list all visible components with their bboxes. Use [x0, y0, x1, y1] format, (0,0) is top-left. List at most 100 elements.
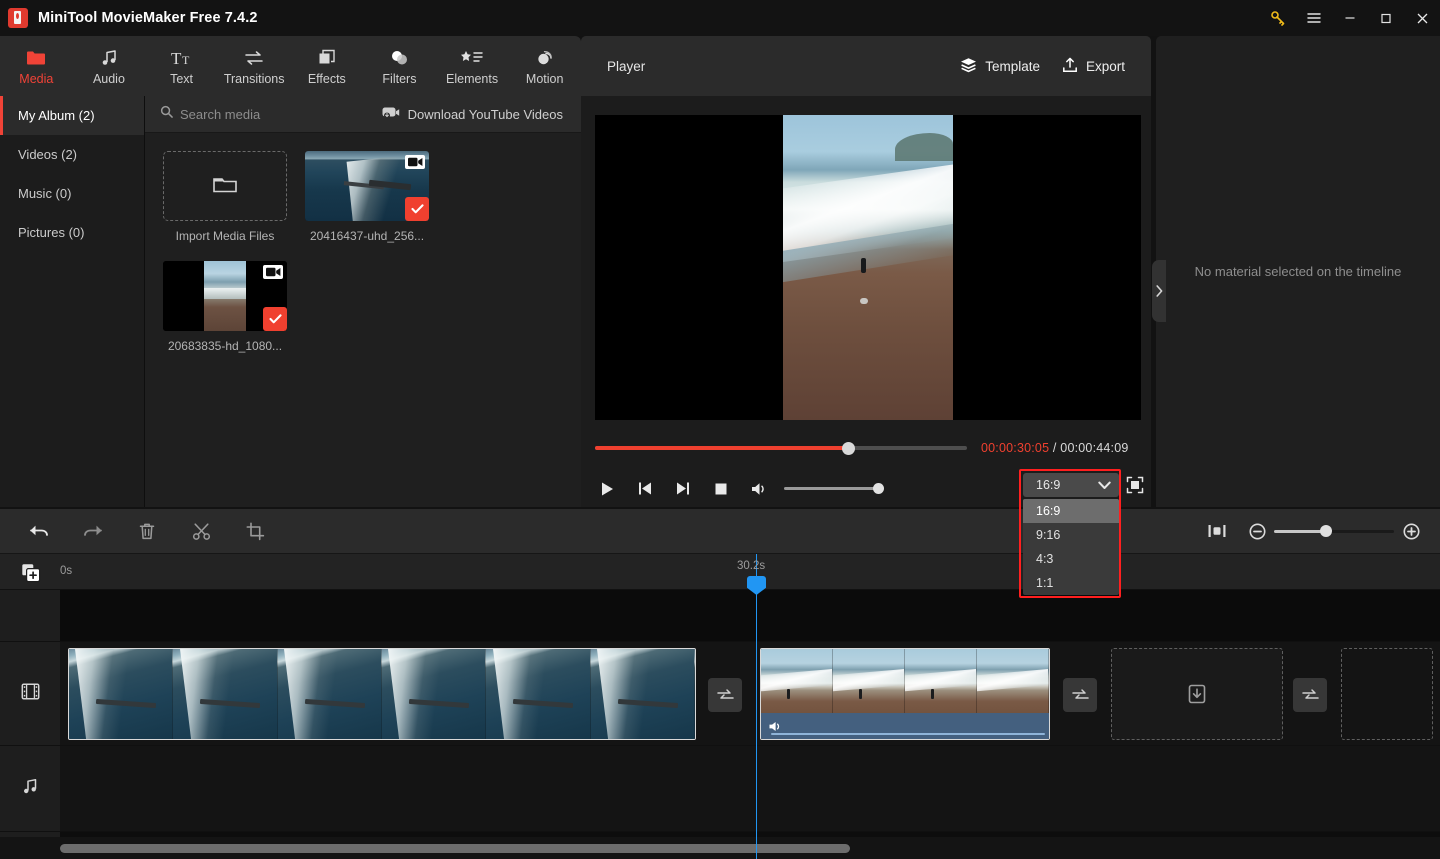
delete-button[interactable] — [120, 509, 174, 554]
add-track-icon[interactable] — [20, 562, 42, 584]
overlay-lane[interactable] — [60, 590, 1440, 642]
stop-button[interactable] — [702, 473, 740, 505]
track-header-audio[interactable] — [0, 746, 60, 832]
media-selected-checkbox[interactable] — [263, 307, 287, 331]
aspect-ratio-option-16-9[interactable]: 16:9 — [1023, 499, 1119, 523]
volume-icon[interactable] — [761, 720, 783, 733]
tab-transitions[interactable]: Transitions — [218, 36, 291, 96]
import-media-button[interactable] — [163, 151, 287, 221]
sidebar-item-pictures[interactable]: Pictures (0) — [0, 213, 144, 252]
video-type-icon — [405, 155, 425, 169]
total-time: 00:00:44:09 — [1060, 441, 1129, 455]
aspect-ratio-value: 16:9 — [1036, 478, 1061, 492]
hamburger-menu-icon[interactable] — [1296, 0, 1332, 36]
zoom-in-icon[interactable] — [1394, 509, 1428, 554]
motion-icon — [534, 47, 556, 69]
preview-stage[interactable] — [595, 115, 1141, 420]
import-media-cell[interactable]: Import Media Files — [163, 151, 287, 243]
minimize-icon[interactable] — [1332, 0, 1368, 36]
tab-transitions-label: Transitions — [223, 71, 285, 86]
download-youtube-button[interactable]: Download YouTube Videos — [382, 106, 581, 122]
media-item[interactable]: 20683835-hd_1080... — [163, 261, 287, 353]
zoom-slider-fill — [1274, 529, 1326, 533]
media-selected-checkbox[interactable] — [405, 197, 429, 221]
search-input[interactable] — [180, 106, 380, 122]
track-header-video[interactable] — [0, 642, 60, 746]
aspect-ratio-menu: 16:9 9:16 4:3 1:1 — [1023, 499, 1119, 595]
aspect-ratio-option-4-3[interactable]: 4:3 — [1023, 547, 1119, 571]
timeline-zoom-slider[interactable] — [1274, 525, 1394, 537]
player-title: Player — [607, 58, 646, 74]
redo-button[interactable] — [66, 509, 120, 554]
audio-waveform — [771, 733, 1045, 735]
timeline-clip-aerial[interactable] — [68, 648, 696, 740]
clip-audio-strip[interactable] — [761, 713, 1049, 739]
skip-next-icon[interactable] — [664, 473, 702, 505]
export-button[interactable]: Export — [1062, 57, 1125, 76]
tab-effects[interactable]: Effects — [291, 36, 364, 96]
video-lane[interactable] — [60, 642, 1440, 746]
layers-icon — [960, 57, 977, 76]
tab-elements[interactable]: Elements — [436, 36, 509, 96]
skip-previous-icon[interactable] — [626, 473, 664, 505]
crop-button[interactable] — [228, 509, 282, 554]
folder-icon — [26, 47, 46, 69]
close-icon[interactable] — [1404, 0, 1440, 36]
undo-button[interactable] — [12, 509, 66, 554]
tab-motion-label: Motion — [525, 71, 564, 86]
drop-zone-2[interactable] — [1341, 648, 1433, 740]
split-button[interactable] — [174, 509, 228, 554]
tab-effects-label: Effects — [307, 71, 346, 86]
tab-media[interactable]: Media — [0, 36, 73, 96]
app-logo-icon — [8, 8, 28, 28]
transition-slot-1[interactable] — [708, 678, 742, 712]
aspect-ratio-select[interactable]: 16:9 — [1023, 473, 1119, 497]
aspect-ratio-option-1-1[interactable]: 1:1 — [1023, 571, 1119, 595]
tab-audio[interactable]: Audio — [73, 36, 146, 96]
zoom-out-icon[interactable] — [1240, 509, 1274, 554]
tab-text[interactable]: TT Text — [145, 36, 218, 96]
tab-filters[interactable]: Filters — [363, 36, 436, 96]
drop-zone-1[interactable] — [1111, 648, 1283, 740]
text-icon: TT — [171, 47, 193, 69]
download-box-icon — [1186, 682, 1208, 706]
fit-timeline-icon[interactable] — [1194, 509, 1240, 554]
properties-empty-message: No material selected on the timeline — [1194, 264, 1402, 279]
properties-panel: No material selected on the timeline — [1152, 36, 1440, 507]
sidebar-item-music[interactable]: Music (0) — [0, 174, 144, 213]
search-media-field[interactable] — [145, 105, 382, 123]
media-item[interactable]: 20416437-uhd_256... — [305, 151, 429, 243]
play-button[interactable] — [588, 473, 626, 505]
track-header-overlay[interactable] — [0, 590, 60, 642]
zoom-slider-handle[interactable] — [1319, 525, 1332, 537]
media-item-caption: 20416437-uhd_256... — [309, 229, 425, 243]
maximize-icon[interactable] — [1368, 0, 1404, 36]
media-grid: Import Media Files 20416437-uhd_256... 2… — [145, 133, 565, 353]
key-icon[interactable] — [1260, 0, 1296, 36]
tab-motion[interactable]: Motion — [508, 36, 581, 96]
timeline-clip-beach[interactable] — [760, 648, 1050, 740]
template-button[interactable]: Template — [960, 57, 1040, 76]
tab-text-label: Text — [170, 71, 194, 86]
volume-slider[interactable] — [784, 483, 884, 494]
music-lane[interactable] — [60, 746, 1440, 832]
media-thumbnail[interactable] — [305, 151, 429, 221]
timeline-ruler[interactable]: 0s — [0, 554, 1440, 590]
timeline-toolbar — [0, 509, 1440, 554]
music-note-icon — [99, 47, 119, 69]
sidebar-item-my-album[interactable]: My Album (2) — [0, 96, 144, 135]
transition-slot-2[interactable] — [1063, 678, 1097, 712]
media-thumbnail[interactable] — [163, 261, 287, 331]
timeline-hscrollbar[interactable] — [60, 844, 850, 853]
transition-slot-3[interactable] — [1293, 678, 1327, 712]
sidebar-item-videos[interactable]: Videos (2) — [0, 135, 144, 174]
progress-handle[interactable] — [841, 441, 855, 455]
sidebar-item-label: Music (0) — [18, 186, 72, 201]
fullscreen-icon[interactable] — [1124, 474, 1146, 496]
volume-icon[interactable] — [740, 473, 778, 505]
playback-progress-bar[interactable] — [595, 441, 967, 455]
volume-handle[interactable] — [873, 483, 884, 494]
svg-text:T: T — [171, 49, 182, 68]
tab-filters-label: Filters — [382, 71, 417, 86]
aspect-ratio-option-9-16[interactable]: 9:16 — [1023, 523, 1119, 547]
